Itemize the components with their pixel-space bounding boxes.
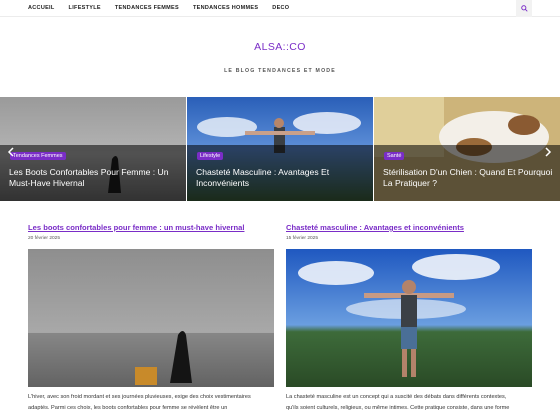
nav-item-accueil[interactable]: ACCUEIL (28, 5, 55, 11)
slide-title[interactable]: Chasteté Masculine : Avantages Et Inconv… (196, 167, 366, 189)
excerpt-line: L'hiver, avec son froid mordant et ses j… (28, 394, 251, 400)
chevron-left-icon (7, 147, 14, 157)
article-excerpt: La chasteté masculine est un concept qui… (286, 392, 536, 414)
slide-category-badge[interactable]: Santé (384, 152, 405, 160)
nav-item-deco[interactable]: DECO (272, 5, 289, 11)
article-date: 20 février 2025 (28, 236, 60, 241)
slider-prev-button[interactable] (7, 146, 14, 160)
excerpt-line: qu'ils soient culturels, religieux, ou m… (286, 405, 510, 411)
nav-item-tendances-hommes[interactable]: TENDANCES HOMMES (193, 5, 258, 11)
excerpt-line: La chasteté masculine est un concept qui… (286, 394, 507, 400)
slide-boots[interactable]: Tendances Femmes Les Boots Confortables … (0, 97, 186, 201)
article-image-foggy-lake (28, 249, 274, 387)
article-title[interactable]: Les boots confortables pour femme : un m… (28, 223, 244, 232)
site-tagline: LE BLOG TENDANCES ET MODE (224, 68, 336, 74)
search-button[interactable] (516, 0, 532, 17)
featured-slider: Tendances Femmes Les Boots Confortables … (0, 97, 560, 201)
excerpt-line: adaptés. Parmi ces choix, les boots conf… (28, 405, 228, 411)
article-date: 15 février 2025 (286, 236, 318, 241)
top-navigation: ACCUEIL LIFESTYLE TENDANCES FEMMES TENDA… (0, 0, 560, 17)
slide-title[interactable]: Stérilisation D'un Chien : Quand Et Pour… (383, 167, 553, 189)
article-title[interactable]: Chasteté masculine : Avantages et inconv… (286, 223, 464, 232)
slide-sterilisation[interactable]: Santé Stérilisation D'un Chien : Quand E… (374, 97, 560, 201)
slide-title[interactable]: Les Boots Confortables Pour Femme : Un M… (9, 167, 179, 189)
nav-item-lifestyle[interactable]: LIFESTYLE (69, 5, 101, 11)
slide-category-badge[interactable]: Tendances Femmes (10, 152, 66, 160)
article-image[interactable] (286, 249, 532, 387)
slide-chastete[interactable]: Lifestyle Chasteté Masculine : Avantages… (187, 97, 373, 201)
nav-item-tendances-femmes[interactable]: TENDANCES FEMMES (115, 5, 179, 11)
article-excerpt: L'hiver, avec son froid mordant et ses j… (28, 392, 278, 414)
site-title[interactable]: ALSA::CO (0, 41, 560, 53)
nav-menu: ACCUEIL LIFESTYLE TENDANCES FEMMES TENDA… (28, 5, 303, 11)
article-image[interactable] (28, 249, 274, 387)
search-icon (520, 5, 528, 12)
slider-next-button[interactable] (545, 146, 552, 160)
slide-category-badge[interactable]: Lifestyle (197, 152, 224, 160)
chevron-right-icon (545, 147, 552, 157)
article-image-man-sky (286, 249, 532, 387)
